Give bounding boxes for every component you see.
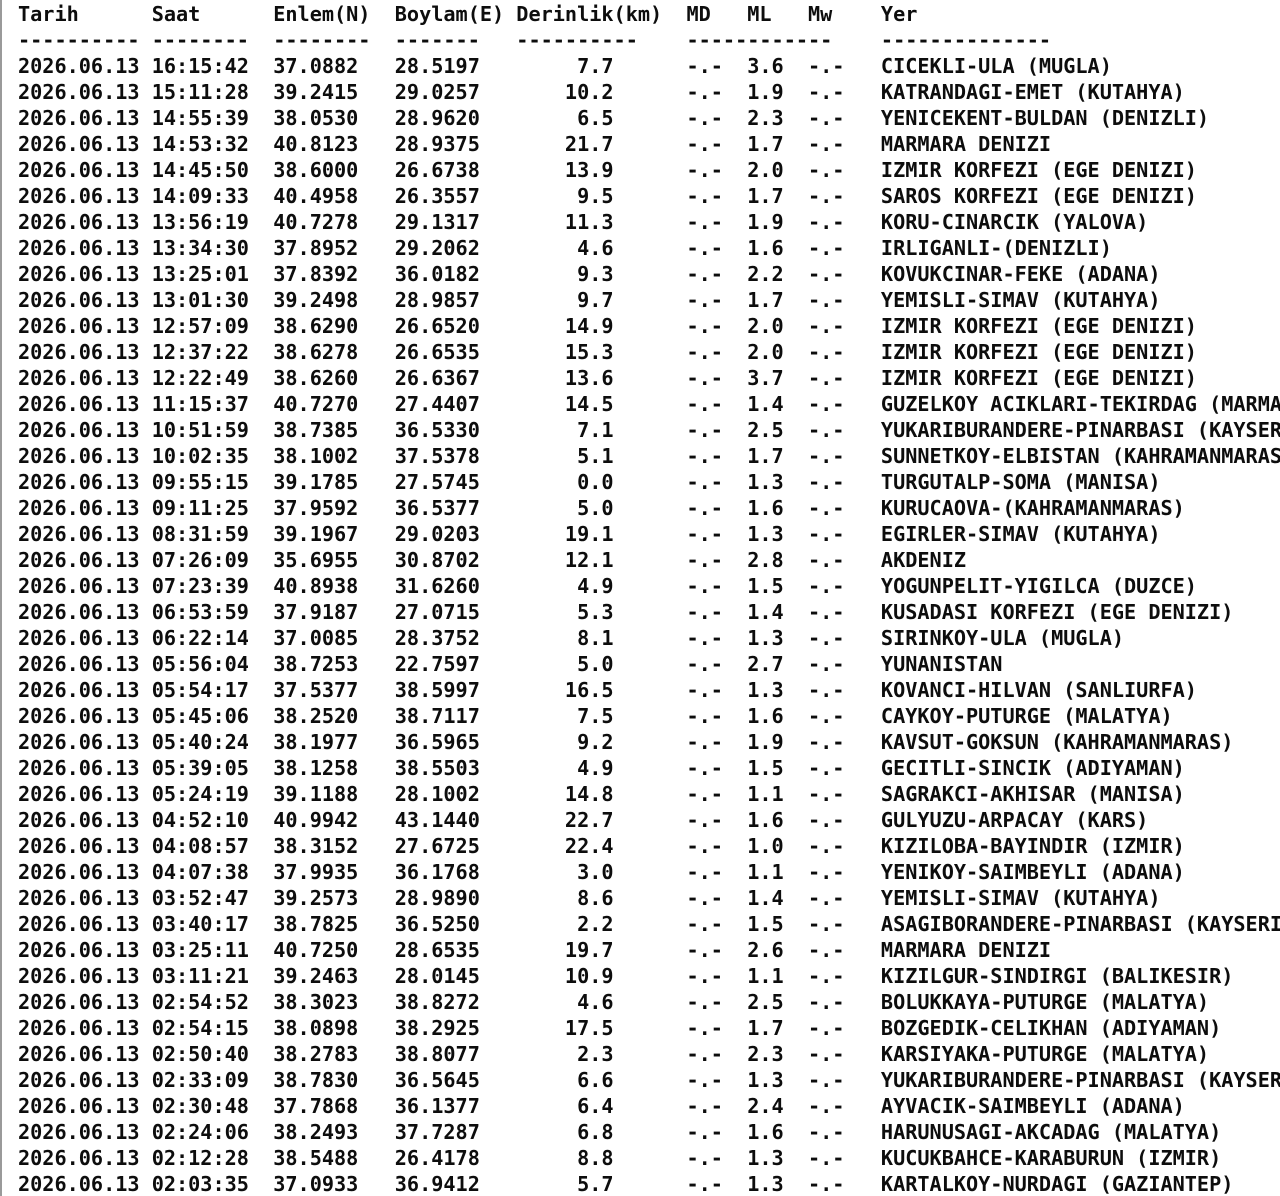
earthquake-row: 2026.06.13 14:55:39 38.0530 28.9620 6.5 … <box>18 106 1210 130</box>
earthquake-row: 2026.06.13 06:53:59 37.9187 27.0715 5.3 … <box>18 600 1234 624</box>
earthquake-row: 2026.06.13 05:45:06 38.2520 38.7117 7.5 … <box>18 704 1173 728</box>
column-header-line: Tarih Saat Enlem(N) Boylam(E) Derinlik(k… <box>18 2 918 26</box>
earthquake-row: 2026.06.13 14:09:33 40.4958 26.3557 9.5 … <box>18 184 1197 208</box>
earthquake-row: 2026.06.13 02:50:40 38.2783 38.8077 2.3 … <box>18 1042 1210 1066</box>
earthquake-row: 2026.06.13 10:51:59 38.7385 36.5330 7.1 … <box>18 418 1280 442</box>
earthquake-row: 2026.06.13 13:34:30 37.8952 29.2062 4.6 … <box>18 236 1112 260</box>
earthquake-row: 2026.06.13 13:56:19 40.7278 29.1317 11.3… <box>18 210 1149 234</box>
earthquake-row: 2026.06.13 16:15:42 37.0882 28.5197 7.7 … <box>18 54 1112 78</box>
earthquake-row: 2026.06.13 06:22:14 37.0085 28.3752 8.1 … <box>18 626 1125 650</box>
earthquake-row: 2026.06.13 02:54:52 38.3023 38.8272 4.6 … <box>18 990 1210 1014</box>
earthquake-row: 2026.06.13 12:37:22 38.6278 26.6535 15.3… <box>18 340 1197 364</box>
column-separator-line: ---------- -------- -------- ------- ---… <box>18 28 1052 52</box>
earthquake-row: 2026.06.13 11:15:37 40.7270 27.4407 14.5… <box>18 392 1280 416</box>
earthquake-row: 2026.06.13 05:39:05 38.1258 38.5503 4.9 … <box>18 756 1185 780</box>
earthquake-row: 2026.06.13 02:33:09 38.7830 36.5645 6.6 … <box>18 1068 1280 1092</box>
earthquake-row: 2026.06.13 07:26:09 35.6955 30.8702 12.1… <box>18 548 967 572</box>
earthquake-row: 2026.06.13 15:11:28 39.2415 29.0257 10.2… <box>18 80 1185 104</box>
earthquake-row: 2026.06.13 02:54:15 38.0898 38.2925 17.5… <box>18 1016 1222 1040</box>
earthquake-row: 2026.06.13 08:31:59 39.1967 29.0203 19.1… <box>18 522 1161 546</box>
earthquake-row: 2026.06.13 02:12:28 38.5488 26.4178 8.8 … <box>18 1146 1222 1170</box>
earthquake-row: 2026.06.13 10:02:35 38.1002 37.5378 5.1 … <box>18 444 1280 468</box>
earthquake-row: 2026.06.13 14:45:50 38.6000 26.6738 13.9… <box>18 158 1197 182</box>
earthquake-row: 2026.06.13 03:25:11 40.7250 28.6535 19.7… <box>18 938 1052 962</box>
earthquake-row: 2026.06.13 14:53:32 40.8123 28.9375 21.7… <box>18 132 1052 156</box>
earthquake-row: 2026.06.13 07:23:39 40.8938 31.6260 4.9 … <box>18 574 1197 598</box>
earthquake-row: 2026.06.13 09:55:15 39.1785 27.5745 0.0 … <box>18 470 1161 494</box>
earthquake-row: 2026.06.13 03:40:17 38.7825 36.5250 2.2 … <box>18 912 1280 936</box>
text-document-frame: Tarih Saat Enlem(N) Boylam(E) Derinlik(k… <box>0 0 1280 1196</box>
earthquake-row: 2026.06.13 13:01:30 39.2498 28.9857 9.7 … <box>18 288 1161 312</box>
earthquake-row: 2026.06.13 05:54:17 37.5377 38.5997 16.5… <box>18 678 1197 702</box>
earthquake-row: 2026.06.13 05:24:19 39.1188 28.1002 14.8… <box>18 782 1185 806</box>
earthquake-row: 2026.06.13 03:52:47 39.2573 28.9890 8.6 … <box>18 886 1161 910</box>
earthquake-row: 2026.06.13 05:56:04 38.7253 22.7597 5.0 … <box>18 652 1003 676</box>
earthquake-row: 2026.06.13 12:57:09 38.6290 26.6520 14.9… <box>18 314 1197 338</box>
earthquake-row: 2026.06.13 13:25:01 37.8392 36.0182 9.3 … <box>18 262 1161 286</box>
earthquake-row: 2026.06.13 03:11:21 39.2463 28.0145 10.9… <box>18 964 1234 988</box>
earthquake-row: 2026.06.13 02:30:48 37.7868 36.1377 6.4 … <box>18 1094 1185 1118</box>
earthquake-row: 2026.06.13 02:03:35 37.0933 36.9412 5.7 … <box>18 1172 1234 1196</box>
earthquake-row: 2026.06.13 04:52:10 40.9942 43.1440 22.7… <box>18 808 1149 832</box>
earthquake-row: 2026.06.13 04:08:57 38.3152 27.6725 22.4… <box>18 834 1185 858</box>
earthquake-row: 2026.06.13 09:11:25 37.9592 36.5377 5.0 … <box>18 496 1185 520</box>
earthquake-row: 2026.06.13 05:40:24 38.1977 36.5965 9.2 … <box>18 730 1234 754</box>
earthquake-row: 2026.06.13 12:22:49 38.6260 26.6367 13.6… <box>18 366 1197 390</box>
earthquake-row: 2026.06.13 04:07:38 37.9935 36.1768 3.0 … <box>18 860 1185 884</box>
earthquake-row: 2026.06.13 02:24:06 38.2493 37.7287 6.8 … <box>18 1120 1222 1144</box>
